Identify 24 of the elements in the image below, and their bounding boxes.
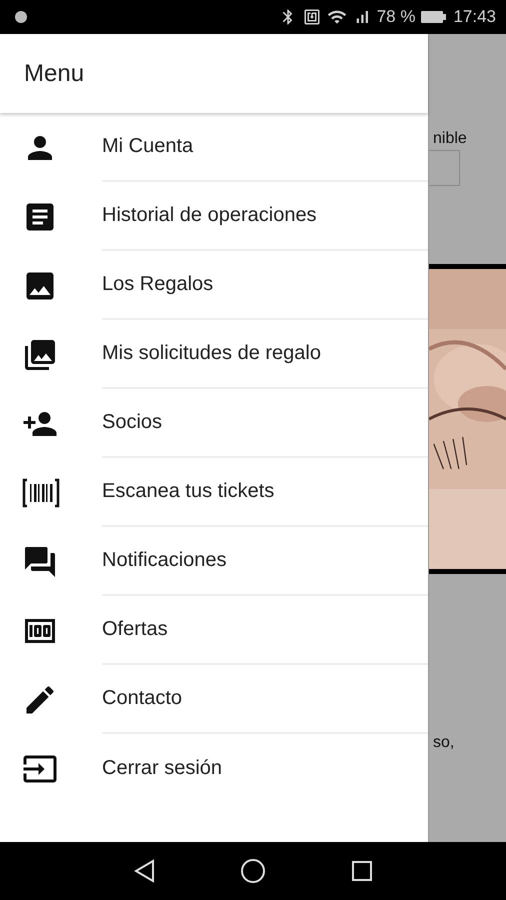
menu-item[interactable]: Notificaciones [0,527,428,596]
input-field [429,150,460,186]
battery-icon [421,10,448,24]
menu-item[interactable]: Escanea tus tickets [0,458,428,527]
menu-item[interactable]: Los Regalos [0,251,428,320]
recents-icon [350,860,373,882]
menu-item[interactable]: Historial de operaciones [0,182,428,251]
menu-item[interactable]: Ofertas [0,596,428,665]
nfc-icon [302,8,321,26]
field-label: nible [433,130,467,148]
home-button[interactable] [238,857,267,885]
body-text: so, [433,734,454,752]
menu-item[interactable]: Contacto [0,665,428,734]
back-icon [133,859,156,883]
barcode-icon [22,478,60,508]
notification-icon [14,10,28,24]
menu-item[interactable]: Mis solicitudes de regalo [0,320,428,389]
menu-item[interactable]: Cerrar sesión [0,734,428,803]
battery-percent: 78 % [376,7,416,27]
menu-item[interactable]: Socios [0,389,428,458]
clock: 17:43 [453,7,496,27]
menu-item[interactable]: Mi Cuenta [0,113,428,182]
drawer-title: Menu [24,60,84,88]
home-icon [240,858,266,884]
